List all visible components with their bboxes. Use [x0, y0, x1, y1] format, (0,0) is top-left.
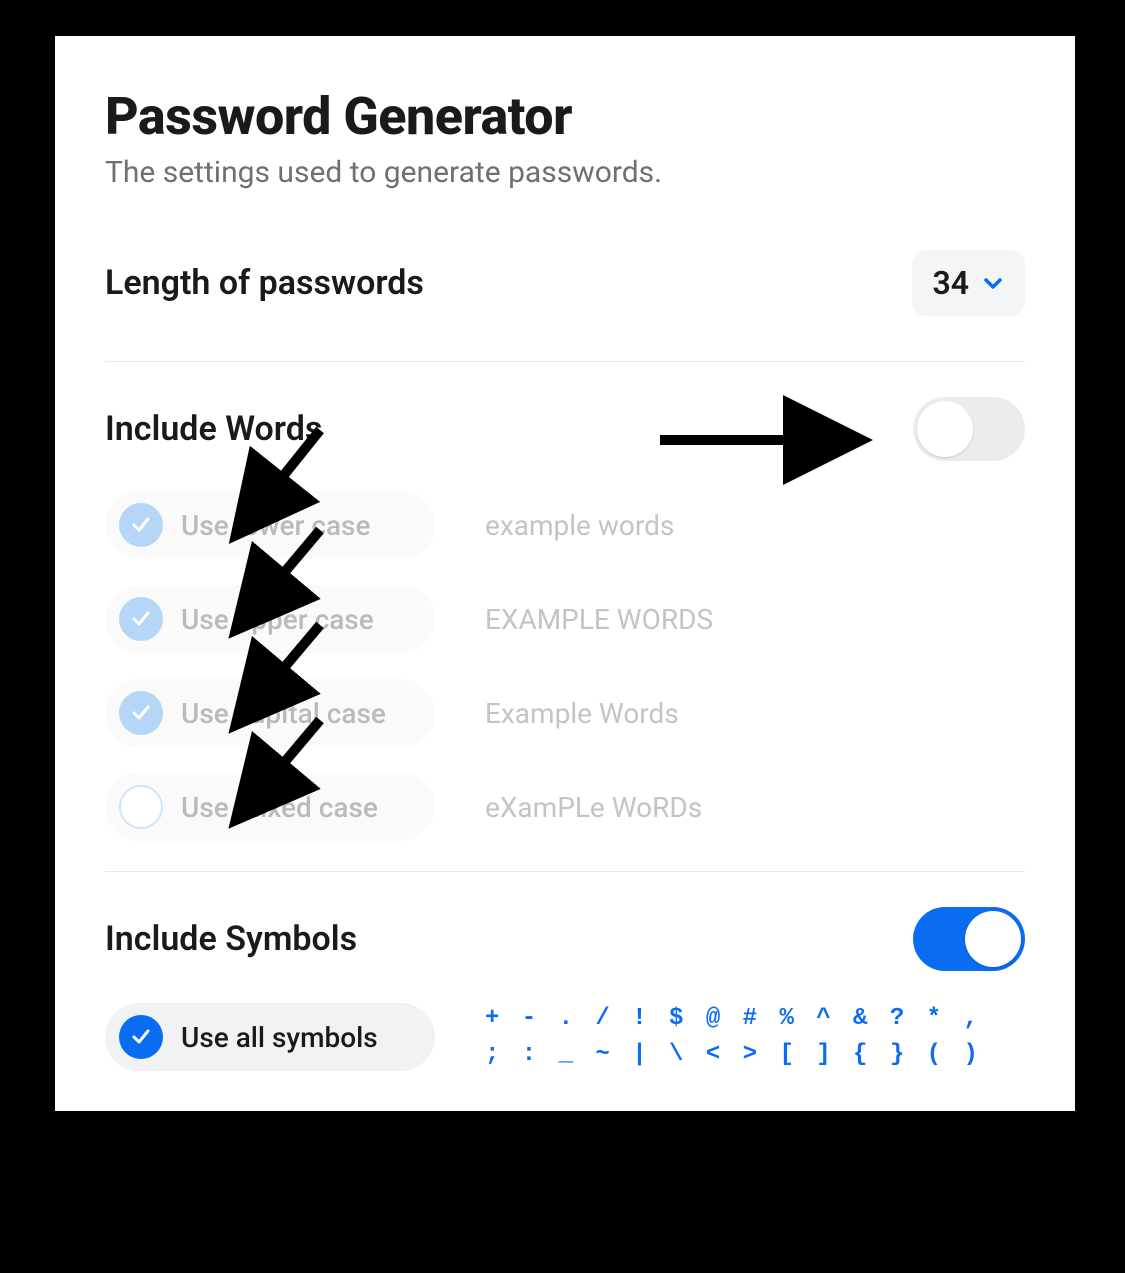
option-capital-case: Use capital case Example Words	[105, 679, 1025, 747]
word-case-options: Use lower case example words Use upper c…	[105, 491, 1025, 841]
upper-case-label: Use upper case	[181, 603, 374, 636]
capital-case-example: Example Words	[485, 697, 679, 730]
option-upper-case: Use upper case EXAMPLE WORDS	[105, 585, 1025, 653]
lower-case-label: Use lower case	[181, 509, 370, 542]
symbols-preview: + - . / ! $ @ # % ^ & ? * , ; : _ ~ | \ …	[485, 1001, 982, 1073]
lower-case-example: example words	[485, 509, 674, 542]
length-row: Length of passwords 34	[105, 250, 1025, 316]
include-words-toggle[interactable]	[913, 397, 1025, 461]
divider	[105, 361, 1025, 362]
include-words-row: Include Words	[105, 397, 1025, 461]
checkbox-checked-icon	[119, 1015, 163, 1059]
chevron-down-icon	[981, 271, 1005, 295]
symbols-line-2: ; : _ ~ | \ < > [ ] { } ( )	[485, 1037, 982, 1073]
checkbox-checked-icon	[119, 691, 163, 735]
settings-panel: Password Generator The settings used to …	[55, 36, 1075, 1111]
checkbox-checked-icon	[119, 503, 163, 547]
all-symbols-label: Use all symbols	[181, 1021, 378, 1054]
upper-case-example: EXAMPLE WORDS	[485, 603, 713, 636]
mixed-case-chip[interactable]: Use mixed case	[105, 773, 435, 841]
include-symbols-toggle[interactable]	[913, 907, 1025, 971]
option-all-symbols: Use all symbols + - . / ! $ @ # % ^ & ? …	[105, 1001, 1025, 1073]
all-symbols-chip[interactable]: Use all symbols	[105, 1003, 435, 1071]
capital-case-label: Use capital case	[181, 697, 386, 730]
include-words-label: Include Words	[105, 409, 322, 449]
checkbox-checked-icon	[119, 597, 163, 641]
length-value: 34	[932, 264, 969, 302]
lower-case-chip[interactable]: Use lower case	[105, 491, 435, 559]
toggle-knob	[917, 401, 973, 457]
include-symbols-row: Include Symbols	[105, 907, 1025, 971]
mixed-case-label: Use mixed case	[181, 791, 378, 824]
page-title: Password Generator	[105, 86, 1025, 147]
mixed-case-example: eXamPLe WoRDs	[485, 791, 702, 824]
include-symbols-label: Include Symbols	[105, 919, 357, 959]
length-stepper[interactable]: 34	[912, 250, 1025, 316]
upper-case-chip[interactable]: Use upper case	[105, 585, 435, 653]
toggle-knob	[965, 911, 1021, 967]
checkbox-unchecked-icon	[119, 785, 163, 829]
page-subtitle: The settings used to generate passwords.	[105, 155, 1025, 190]
option-lower-case: Use lower case example words	[105, 491, 1025, 559]
divider	[105, 871, 1025, 872]
capital-case-chip[interactable]: Use capital case	[105, 679, 435, 747]
symbols-line-1: + - . / ! $ @ # % ^ & ? * ,	[485, 1001, 982, 1037]
length-label: Length of passwords	[105, 263, 424, 303]
option-mixed-case: Use mixed case eXamPLe WoRDs	[105, 773, 1025, 841]
